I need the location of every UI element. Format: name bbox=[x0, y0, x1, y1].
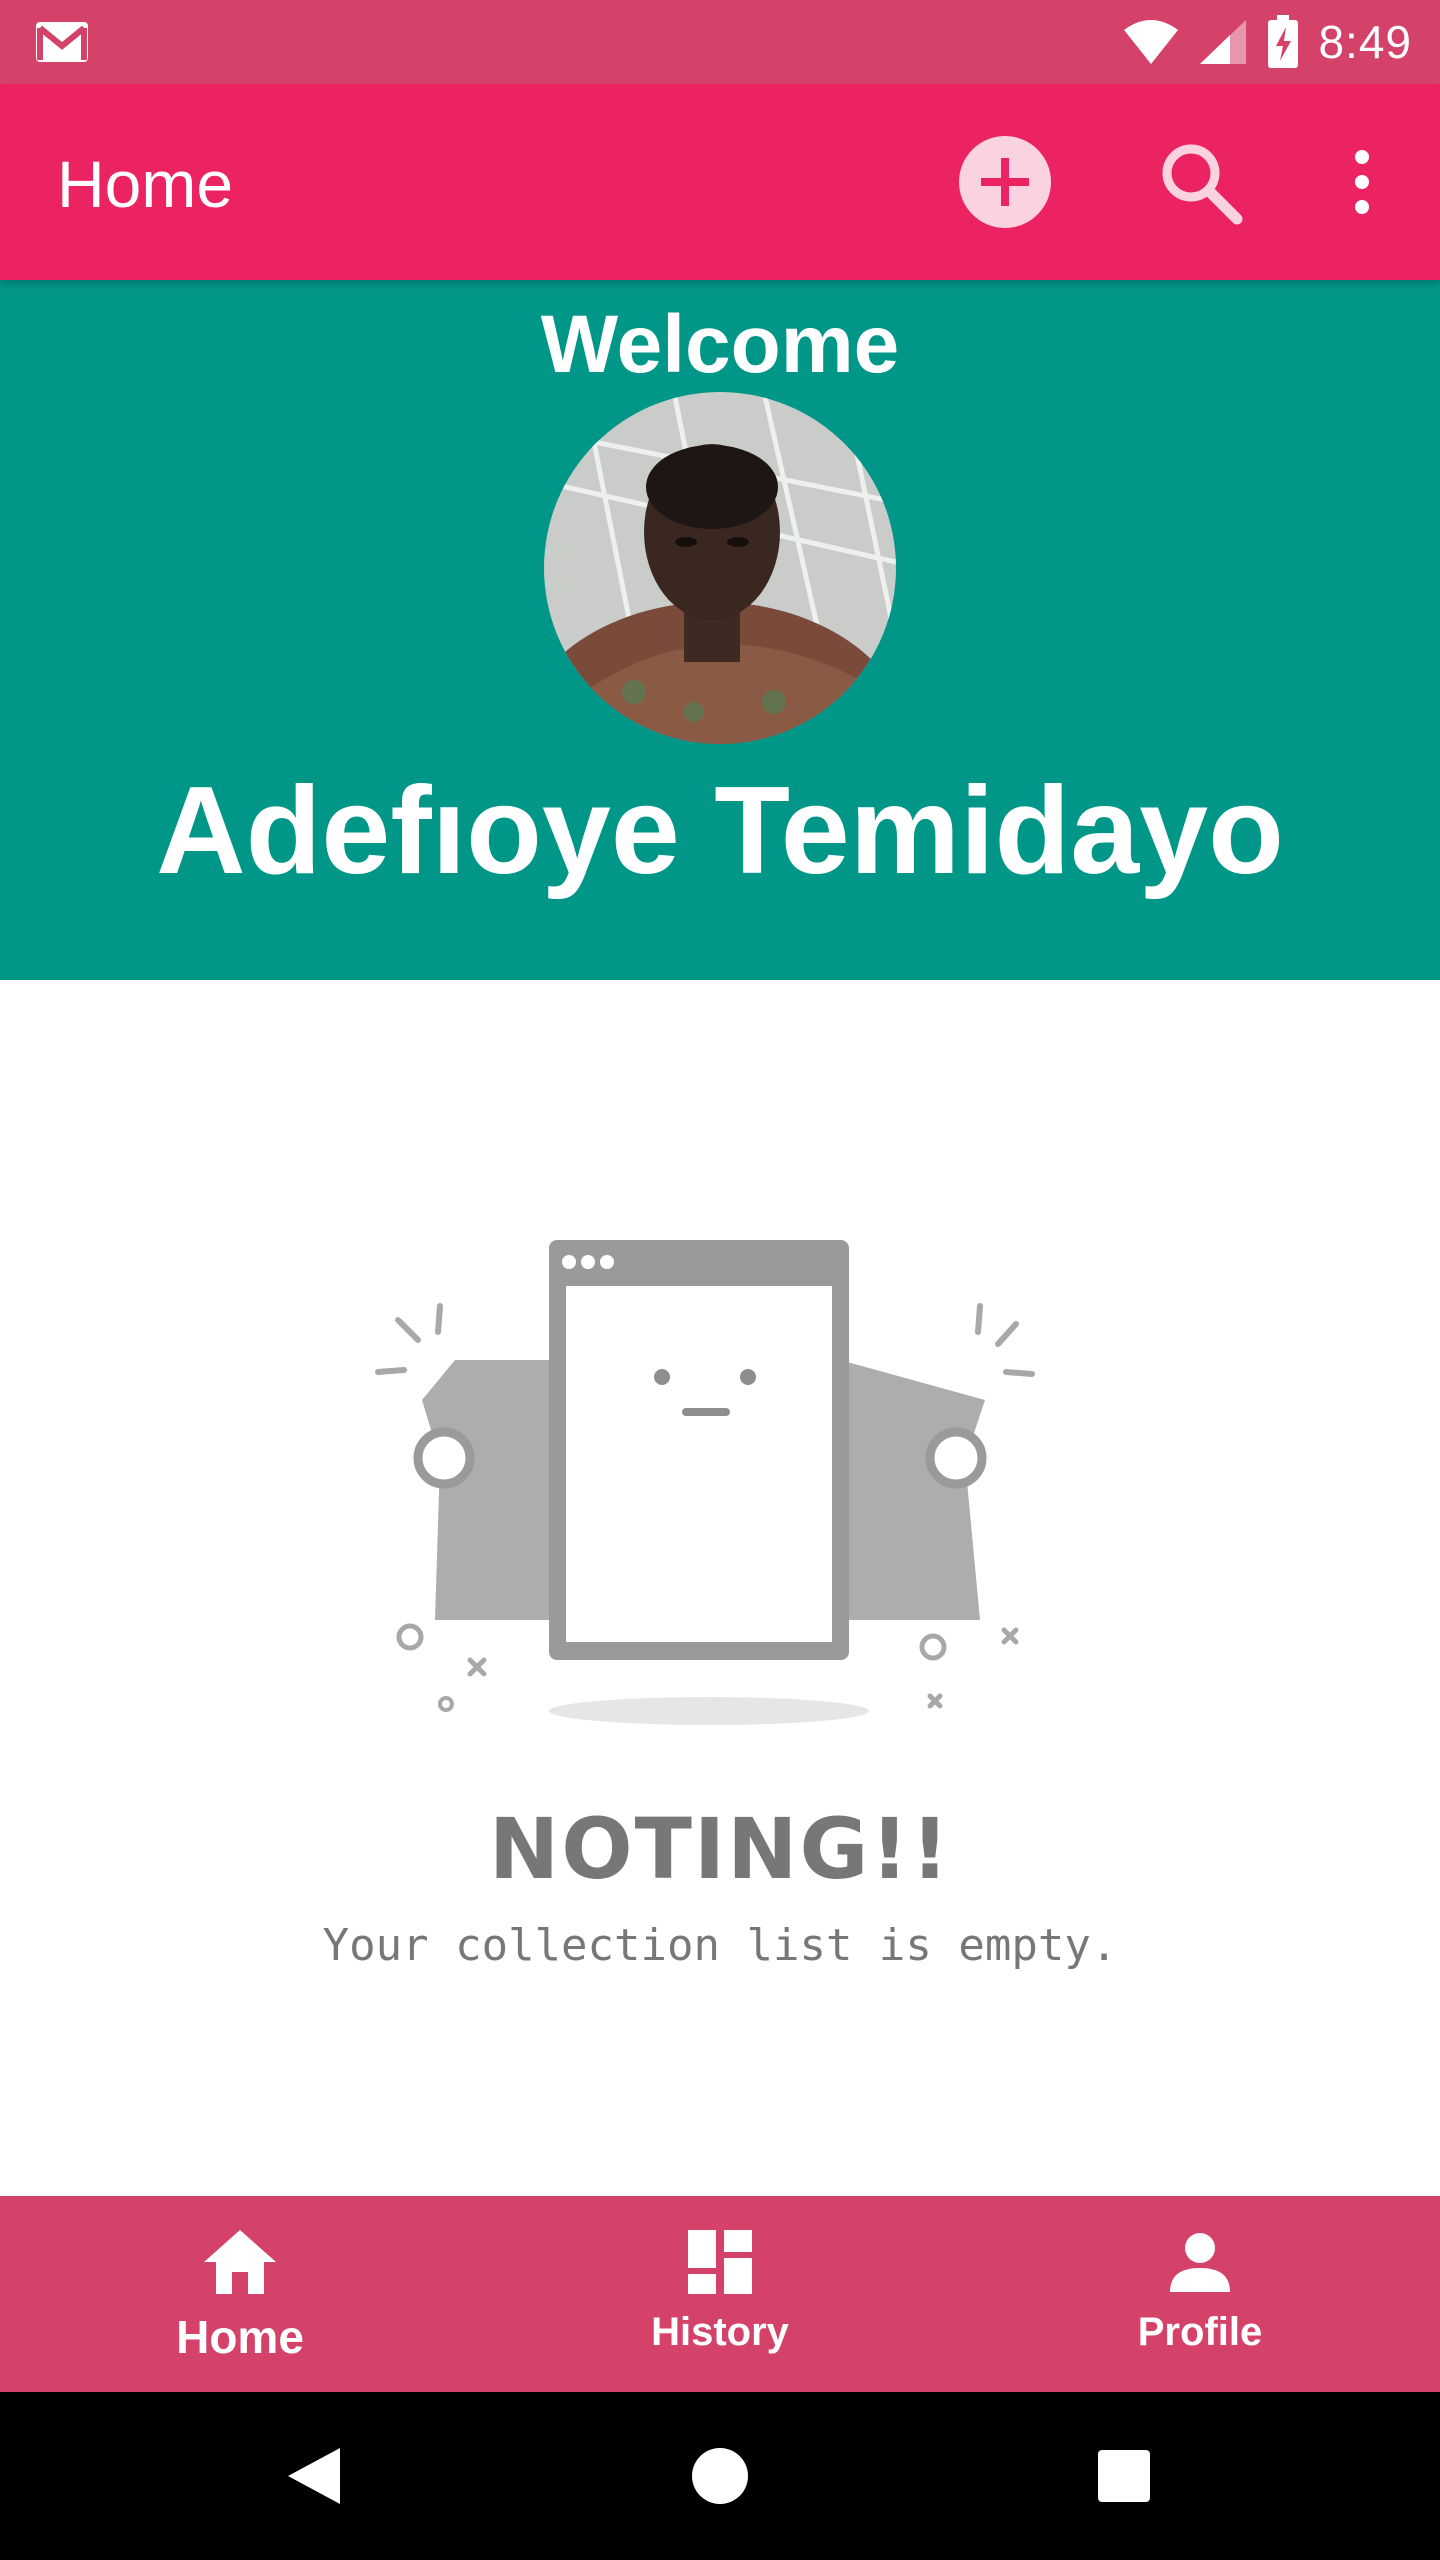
gmail-icon bbox=[36, 22, 88, 62]
search-icon bbox=[1162, 144, 1243, 225]
empty-state-illustration bbox=[375, 1240, 1035, 1725]
overflow-menu-button[interactable] bbox=[1312, 132, 1412, 232]
nav-item-profile[interactable]: Profile bbox=[960, 2196, 1440, 2392]
status-bar: 8:49 bbox=[0, 0, 1440, 84]
back-button[interactable] bbox=[276, 2438, 352, 2514]
home-system-button[interactable] bbox=[682, 2438, 758, 2514]
nav-label-profile: Profile bbox=[1137, 2310, 1263, 2354]
wifi-icon bbox=[1124, 20, 1179, 64]
add-circle-icon bbox=[959, 136, 1051, 228]
add-button[interactable] bbox=[955, 132, 1055, 232]
user-name: Adefıoye Temidayo bbox=[156, 762, 1284, 900]
back-icon bbox=[288, 2448, 340, 2504]
app-bar: Home bbox=[0, 84, 1440, 280]
bottom-navigation: Home History Profile bbox=[0, 2196, 1440, 2392]
person-icon bbox=[1170, 2233, 1230, 2292]
status-time: 8:49 bbox=[1318, 16, 1412, 68]
profile-header: Welcome Adefıoye Temidayo bbox=[0, 280, 1440, 980]
home-circle-icon bbox=[692, 2448, 748, 2504]
avatar[interactable] bbox=[544, 392, 896, 744]
nav-item-home[interactable]: Home bbox=[0, 2196, 480, 2392]
avatar-photo bbox=[544, 392, 896, 744]
welcome-text: Welcome bbox=[540, 299, 900, 390]
nav-label-home: Home bbox=[176, 2311, 304, 2363]
system-navigation-bar bbox=[0, 2392, 1440, 2560]
recents-button[interactable] bbox=[1086, 2438, 1162, 2514]
empty-state-title: NOTING!! bbox=[488, 1800, 952, 1898]
battery-charging-icon bbox=[1268, 15, 1299, 68]
empty-state-message: Your collection list is empty. bbox=[322, 1920, 1118, 1971]
search-button[interactable] bbox=[1150, 132, 1250, 232]
more-vert-icon bbox=[1355, 150, 1369, 214]
nav-label-history: History bbox=[651, 2310, 789, 2354]
recents-icon bbox=[1098, 2450, 1150, 2502]
nav-item-history[interactable]: History bbox=[480, 2196, 960, 2392]
page-title: Home bbox=[57, 147, 234, 221]
cell-signal-icon bbox=[1200, 20, 1247, 64]
dashboard-icon bbox=[688, 2230, 752, 2294]
home-icon bbox=[204, 2230, 276, 2294]
